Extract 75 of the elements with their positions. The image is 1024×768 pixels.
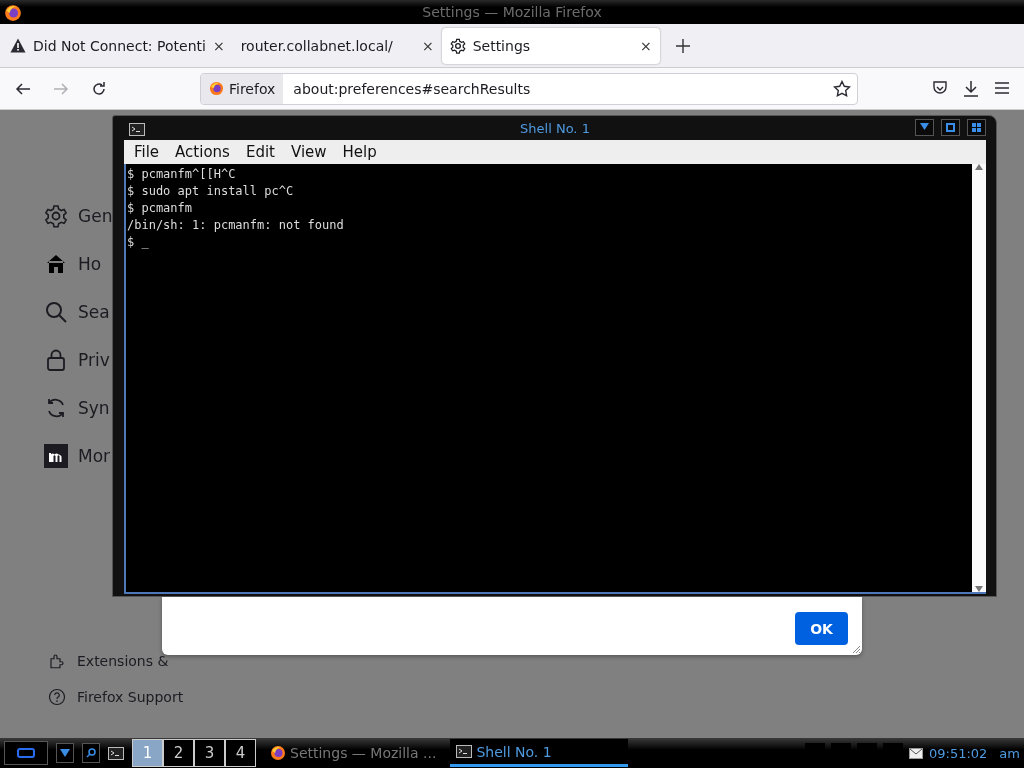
mail-icon[interactable] [908, 747, 923, 759]
caret-icon [60, 749, 70, 757]
ok-button[interactable]: OK [795, 612, 848, 645]
m-logo-icon [44, 444, 68, 468]
menu-item[interactable]: Actions [165, 143, 236, 161]
search-icon [86, 748, 96, 758]
help-icon [48, 688, 66, 706]
clock-time: 09:51:02 [928, 745, 988, 761]
url-text: about:preferences#searchResults [292, 80, 532, 97]
start-button[interactable] [4, 741, 48, 765]
download-icon[interactable] [962, 79, 980, 98]
firefox-icon [4, 4, 22, 22]
identity-label: Firefox [229, 80, 276, 97]
browser-tab[interactable]: router.collabnet.local/ × [232, 27, 442, 64]
terminal-line: $ _ [127, 234, 149, 251]
left-arrow-icon [15, 80, 31, 97]
reload-icon [91, 80, 107, 97]
window-icon [17, 748, 35, 758]
tab-close-button[interactable]: × [421, 37, 434, 54]
menu-item[interactable]: Edit [235, 143, 281, 161]
terminal-line: $ pcmanfm^[[H^C [127, 166, 236, 183]
browser-tab[interactable]: Settings × [441, 27, 660, 64]
minimize-button[interactable] [915, 119, 934, 136]
dropdown-button[interactable] [56, 743, 74, 763]
scrollbar[interactable] [972, 164, 986, 592]
grid-icon [972, 123, 981, 132]
taskbar-task[interactable]: Shell No. 1 [450, 739, 629, 767]
square-icon [946, 123, 955, 132]
tab-close-button[interactable]: × [639, 37, 652, 54]
right-arrow-icon [53, 80, 69, 97]
new-tab-icon[interactable] [675, 38, 690, 53]
menu-icon[interactable] [994, 79, 1010, 96]
browser-tab[interactable]: Did Not Connect: Potenti × [2, 27, 233, 64]
sidebar-item[interactable]: Mor [78, 446, 111, 466]
workspace-button[interactable]: 2 [163, 739, 194, 767]
menu-item[interactable]: View [280, 143, 333, 161]
terminal-launcher-icon [108, 746, 124, 760]
star-icon[interactable] [833, 79, 851, 98]
terminal-line: $ pcmanfm [127, 200, 193, 217]
sidebar-item[interactable]: Syn [78, 398, 110, 418]
resize-grip-icon[interactable] [851, 644, 861, 654]
lock-icon [44, 348, 68, 372]
firefox-icon [270, 745, 286, 761]
gear-icon [44, 204, 68, 228]
maximize-button[interactable] [941, 119, 960, 136]
terminal-icon [129, 123, 145, 136]
sidebar-link[interactable]: Firefox Support [77, 689, 184, 705]
sidebar-item[interactable]: Ho [78, 254, 102, 274]
puzzle-icon [48, 652, 66, 670]
sidebar-item[interactable]: Priv [78, 350, 110, 370]
caret-icon [920, 123, 929, 132]
tab-close-button[interactable]: × [212, 37, 225, 54]
sidebar-item[interactable]: Sea [78, 302, 110, 322]
search-icon [44, 300, 68, 324]
pocket-icon[interactable] [932, 79, 948, 96]
menu-item[interactable]: File [124, 143, 166, 161]
search-button[interactable] [82, 743, 100, 763]
sidebar-link[interactable]: Extensions & [77, 653, 169, 669]
terminal-title: Shell No. 1 [520, 120, 590, 136]
scroll-down-icon[interactable] [975, 586, 983, 592]
address-bar[interactable]: Firefox about:preferences#searchResults [200, 72, 858, 105]
firefox-icon [209, 81, 224, 96]
sidebar-item[interactable]: Gen [78, 206, 113, 226]
terminal-icon [456, 745, 473, 758]
window-title: Settings — Mozilla Firefox [422, 4, 602, 20]
clock-meridiem: am [999, 745, 1020, 761]
taskbar-task[interactable]: Settings — Mozilla ... [264, 739, 443, 767]
terminal-line: $ sudo apt install pc^C [127, 183, 294, 200]
menu-item[interactable]: Help [332, 143, 383, 161]
gear-icon [449, 37, 466, 54]
identity-chip[interactable]: Firefox [201, 73, 284, 104]
terminal-line: /bin/sh: 1: pcmanfm: not found [127, 217, 344, 234]
workspace-button[interactable]: 4 [225, 739, 256, 767]
workspace-button[interactable]: 3 [194, 739, 225, 767]
warning-icon [10, 38, 26, 53]
